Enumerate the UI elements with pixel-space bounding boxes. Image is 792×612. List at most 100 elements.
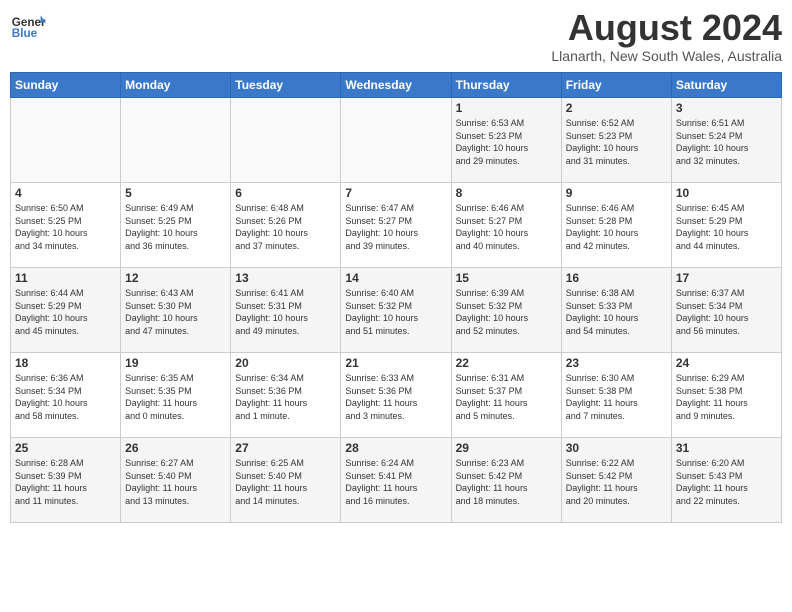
day-number: 9 [566,186,667,200]
day-info: Sunrise: 6:22 AM Sunset: 5:42 PM Dayligh… [566,457,667,507]
day-number: 16 [566,271,667,285]
day-info: Sunrise: 6:29 AM Sunset: 5:38 PM Dayligh… [676,372,777,422]
day-info: Sunrise: 6:20 AM Sunset: 5:43 PM Dayligh… [676,457,777,507]
weekday-header-monday: Monday [121,73,231,98]
calendar-cell: 2 Sunrise: 6:52 AM Sunset: 5:23 PM Daylig… [561,98,671,183]
calendar-cell: 21 Sunrise: 6:33 AM Sunset: 5:36 PM Dayli… [341,353,451,438]
day-number: 25 [15,441,116,455]
day-info: Sunrise: 6:37 AM Sunset: 5:34 PM Dayligh… [676,287,777,337]
calendar-cell [231,98,341,183]
calendar-cell: 6 Sunrise: 6:48 AM Sunset: 5:26 PM Daylig… [231,183,341,268]
day-info: Sunrise: 6:41 AM Sunset: 5:31 PM Dayligh… [235,287,336,337]
calendar-cell: 9 Sunrise: 6:46 AM Sunset: 5:28 PM Daylig… [561,183,671,268]
day-info: Sunrise: 6:50 AM Sunset: 5:25 PM Dayligh… [15,202,116,252]
calendar-cell: 15 Sunrise: 6:39 AM Sunset: 5:32 PM Dayli… [451,268,561,353]
day-number: 31 [676,441,777,455]
day-info: Sunrise: 6:52 AM Sunset: 5:23 PM Dayligh… [566,117,667,167]
day-info: Sunrise: 6:39 AM Sunset: 5:32 PM Dayligh… [456,287,557,337]
day-info: Sunrise: 6:53 AM Sunset: 5:23 PM Dayligh… [456,117,557,167]
day-info: Sunrise: 6:23 AM Sunset: 5:42 PM Dayligh… [456,457,557,507]
calendar-cell: 4Sunrise: 6:50 AM Sunset: 5:25 PM Daylig… [11,183,121,268]
day-number: 20 [235,356,336,370]
calendar-cell: 3 Sunrise: 6:51 AM Sunset: 5:24 PM Daylig… [671,98,781,183]
day-info: Sunrise: 6:35 AM Sunset: 5:35 PM Dayligh… [125,372,226,422]
day-number: 2 [566,101,667,115]
day-info: Sunrise: 6:46 AM Sunset: 5:28 PM Dayligh… [566,202,667,252]
calendar-cell: 5 Sunrise: 6:49 AM Sunset: 5:25 PM Daylig… [121,183,231,268]
day-number: 14 [345,271,446,285]
calendar-cell: 25 Sunrise: 6:28 AM Sunset: 5:39 PM Dayli… [11,438,121,523]
calendar-week-row: 1 Sunrise: 6:53 AM Sunset: 5:23 PM Daylig… [11,98,782,183]
calendar-cell: 24 Sunrise: 6:29 AM Sunset: 5:38 PM Dayli… [671,353,781,438]
day-number: 6 [235,186,336,200]
weekday-header-sunday: Sunday [11,73,121,98]
day-number: 17 [676,271,777,285]
calendar-week-row: 4Sunrise: 6:50 AM Sunset: 5:25 PM Daylig… [11,183,782,268]
calendar-cell: 16Sunrise: 6:38 AM Sunset: 5:33 PM Dayli… [561,268,671,353]
calendar-cell: 8Sunrise: 6:46 AM Sunset: 5:27 PM Daylig… [451,183,561,268]
calendar-cell: 10 Sunrise: 6:45 AM Sunset: 5:29 PM Dayli… [671,183,781,268]
day-number: 10 [676,186,777,200]
day-number: 15 [456,271,557,285]
weekday-header-row: SundayMondayTuesdayWednesdayThursdayFrid… [11,73,782,98]
day-number: 29 [456,441,557,455]
calendar-cell: 20Sunrise: 6:34 AM Sunset: 5:36 PM Dayli… [231,353,341,438]
weekday-header-saturday: Saturday [671,73,781,98]
day-info: Sunrise: 6:48 AM Sunset: 5:26 PM Dayligh… [235,202,336,252]
weekday-header-friday: Friday [561,73,671,98]
calendar-cell: 22 Sunrise: 6:31 AM Sunset: 5:37 PM Dayli… [451,353,561,438]
calendar-cell: 29 Sunrise: 6:23 AM Sunset: 5:42 PM Dayli… [451,438,561,523]
weekday-header-wednesday: Wednesday [341,73,451,98]
day-info: Sunrise: 6:25 AM Sunset: 5:40 PM Dayligh… [235,457,336,507]
day-number: 18 [15,356,116,370]
day-number: 22 [456,356,557,370]
day-number: 5 [125,186,226,200]
day-info: Sunrise: 6:49 AM Sunset: 5:25 PM Dayligh… [125,202,226,252]
calendar-cell: 23Sunrise: 6:30 AM Sunset: 5:38 PM Dayli… [561,353,671,438]
day-info: Sunrise: 6:43 AM Sunset: 5:30 PM Dayligh… [125,287,226,337]
day-number: 19 [125,356,226,370]
day-number: 12 [125,271,226,285]
day-number: 24 [676,356,777,370]
calendar-cell: 13 Sunrise: 6:41 AM Sunset: 5:31 PM Dayli… [231,268,341,353]
calendar-cell: 17 Sunrise: 6:37 AM Sunset: 5:34 PM Dayli… [671,268,781,353]
svg-text:Blue: Blue [12,27,38,40]
day-number: 3 [676,101,777,115]
calendar-cell: 11Sunrise: 6:44 AM Sunset: 5:29 PM Dayli… [11,268,121,353]
page-header: General Blue August 2024 Llanarth, New S… [10,10,782,64]
day-number: 28 [345,441,446,455]
calendar-cell [341,98,451,183]
location-subtitle: Llanarth, New South Wales, Australia [551,48,782,64]
calendar-cell: 31 Sunrise: 6:20 AM Sunset: 5:43 PM Dayli… [671,438,781,523]
logo-icon: General Blue [10,10,46,46]
calendar-week-row: 25 Sunrise: 6:28 AM Sunset: 5:39 PM Dayli… [11,438,782,523]
calendar-week-row: 18 Sunrise: 6:36 AM Sunset: 5:34 PM Dayli… [11,353,782,438]
day-number: 8 [456,186,557,200]
day-info: Sunrise: 6:40 AM Sunset: 5:32 PM Dayligh… [345,287,446,337]
day-info: Sunrise: 6:31 AM Sunset: 5:37 PM Dayligh… [456,372,557,422]
day-number: 26 [125,441,226,455]
day-number: 13 [235,271,336,285]
calendar-cell: 19 Sunrise: 6:35 AM Sunset: 5:35 PM Dayli… [121,353,231,438]
calendar-cell: 12 Sunrise: 6:43 AM Sunset: 5:30 PM Dayli… [121,268,231,353]
calendar-week-row: 11Sunrise: 6:44 AM Sunset: 5:29 PM Dayli… [11,268,782,353]
calendar-cell [121,98,231,183]
calendar-cell: 7Sunrise: 6:47 AM Sunset: 5:27 PM Daylig… [341,183,451,268]
day-number: 30 [566,441,667,455]
day-number: 21 [345,356,446,370]
day-info: Sunrise: 6:47 AM Sunset: 5:27 PM Dayligh… [345,202,446,252]
day-info: Sunrise: 6:36 AM Sunset: 5:34 PM Dayligh… [15,372,116,422]
calendar-cell: 18 Sunrise: 6:36 AM Sunset: 5:34 PM Dayli… [11,353,121,438]
day-number: 27 [235,441,336,455]
calendar-cell: 27 Sunrise: 6:25 AM Sunset: 5:40 PM Dayli… [231,438,341,523]
day-info: Sunrise: 6:51 AM Sunset: 5:24 PM Dayligh… [676,117,777,167]
calendar-table: SundayMondayTuesdayWednesdayThursdayFrid… [10,72,782,523]
day-number: 23 [566,356,667,370]
day-number: 1 [456,101,557,115]
weekday-header-thursday: Thursday [451,73,561,98]
day-info: Sunrise: 6:28 AM Sunset: 5:39 PM Dayligh… [15,457,116,507]
day-info: Sunrise: 6:33 AM Sunset: 5:36 PM Dayligh… [345,372,446,422]
day-info: Sunrise: 6:45 AM Sunset: 5:29 PM Dayligh… [676,202,777,252]
day-info: Sunrise: 6:24 AM Sunset: 5:41 PM Dayligh… [345,457,446,507]
calendar-cell: 30 Sunrise: 6:22 AM Sunset: 5:42 PM Dayli… [561,438,671,523]
